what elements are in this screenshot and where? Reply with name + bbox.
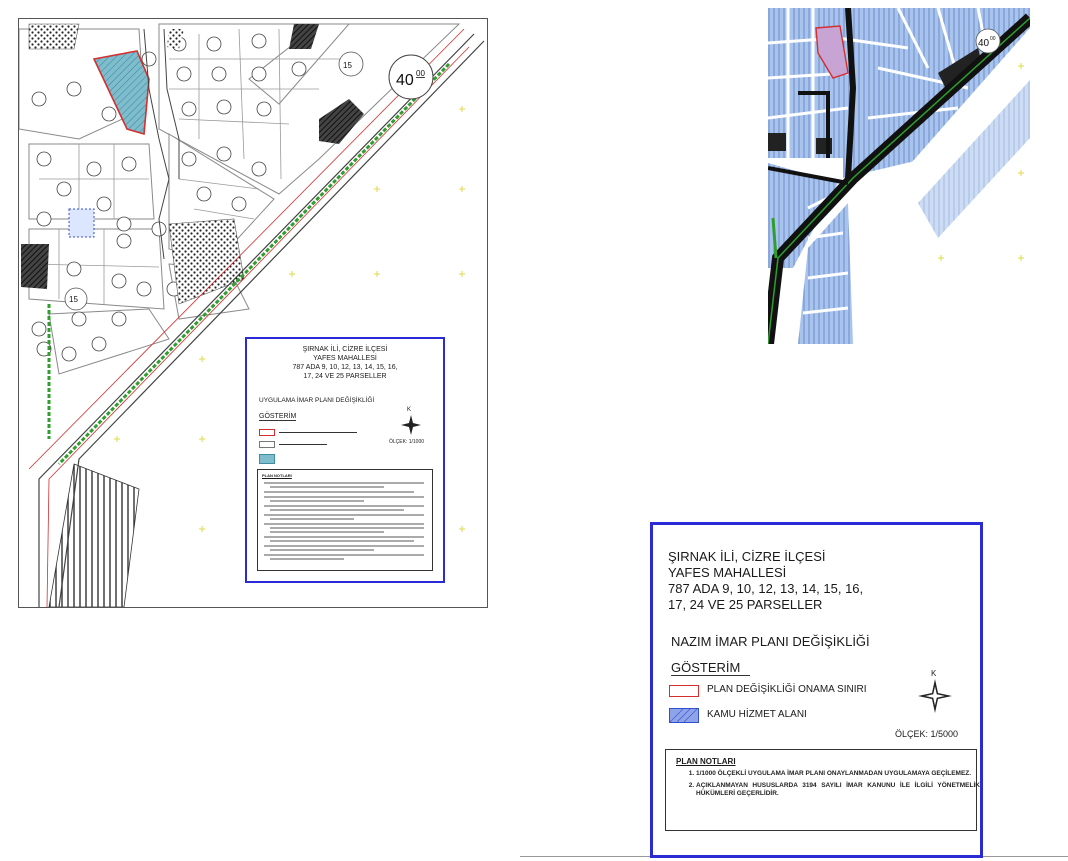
left-lot-label: 15 <box>343 61 352 70</box>
right-title-line2: YAFES MAHALLESİ <box>668 565 787 580</box>
left-notes-title: PLAN NOTLARI <box>262 473 292 478</box>
left-plan-notes: PLAN NOTLARI <box>257 469 433 571</box>
legend-item-public-area: KAMU HİZMET ALANI <box>707 709 807 720</box>
boundary-swatch <box>669 685 699 697</box>
right-plan-name: NAZIM İMAR PLANI DEĞİŞİKLİĞİ <box>671 634 870 649</box>
left-road-label-sup: 00 <box>416 69 425 78</box>
left-gosterim: GÖSTERİM <box>259 413 297 421</box>
right-road-label: 40 <box>978 38 990 49</box>
left-public-area-swatch <box>259 454 275 464</box>
right-plan-notes: PLAN NOTLARI 1/1000 ÖLÇEKLİ UYGULAMA İMA… <box>665 749 980 831</box>
left-title-line4: 17, 24 VE 25 PARSELLER <box>303 373 387 380</box>
right-north-label: K <box>931 669 937 678</box>
left-scale: ÖLÇEK: 1/1000 <box>389 439 425 445</box>
left-legend-box: ŞIRNAK İLİ, CİZRE İLÇESİ YAFES MAHALLESİ… <box>245 337 445 583</box>
left-notes-text-block <box>264 482 424 560</box>
right-scale: ÖLÇEK: 1/5000 <box>895 729 959 739</box>
left-title-line2: YAFES MAHALLESİ <box>313 355 377 362</box>
left-plan-sheet: 40 00 15 15 ŞIRNAK İLİ, CİZRE İLÇESİ YAF… <box>18 18 488 608</box>
right-title-line4: 17, 24 VE 25 PARSELLER <box>668 597 823 612</box>
left-legend-line-1 <box>279 432 357 433</box>
left-road-swatch <box>259 441 275 448</box>
left-road-label: 40 <box>396 72 414 89</box>
legend-item-boundary: PLAN DEĞİŞİKLİĞİ ONAMA SINIRI <box>707 684 867 695</box>
right-notes-title: PLAN NOTLARI <box>676 757 736 766</box>
right-plan-map: 40 00 <box>762 7 1035 345</box>
left-north-label: K <box>407 407 412 413</box>
right-road-label-sup: 00 <box>990 36 996 42</box>
plan-note-2: AÇIKLANMAYAN HUSUSLARDA 3194 SAYILI İMAR… <box>696 782 980 798</box>
right-plan-map-svg: 40 00 <box>762 7 1035 345</box>
right-title-line1: ŞIRNAK İLİ, CİZRE İLÇESİ <box>668 549 826 564</box>
right-gosterim: GÖSTERİM <box>671 660 751 676</box>
right-title-line3: 787 ADA 9, 10, 12, 13, 14, 15, 16, <box>668 581 864 596</box>
plan-note-1: 1/1000 ÖLÇEKLİ UYGULAMA İMAR PLANI ONAYL… <box>696 770 980 778</box>
right-legend-box: ŞIRNAK İLİ, CİZRE İLÇESİ YAFES MAHALLESİ… <box>650 522 983 858</box>
left-boundary-swatch <box>259 429 275 436</box>
left-lot-label-2: 15 <box>69 295 78 304</box>
left-north-arrow-icon <box>401 415 421 435</box>
north-arrow-icon <box>918 679 952 713</box>
public-area-swatch <box>669 708 699 723</box>
left-title-line1: ŞIRNAK İLİ, CİZRE İLÇESİ <box>302 346 388 353</box>
left-plan-name: UYGULAMA İMAR PLANI DEĞİŞİKLİĞİ <box>259 397 375 404</box>
left-legend-line-2 <box>279 444 327 445</box>
left-title-line3: 787 ADA 9, 10, 12, 13, 14, 15, 16, <box>292 364 398 371</box>
